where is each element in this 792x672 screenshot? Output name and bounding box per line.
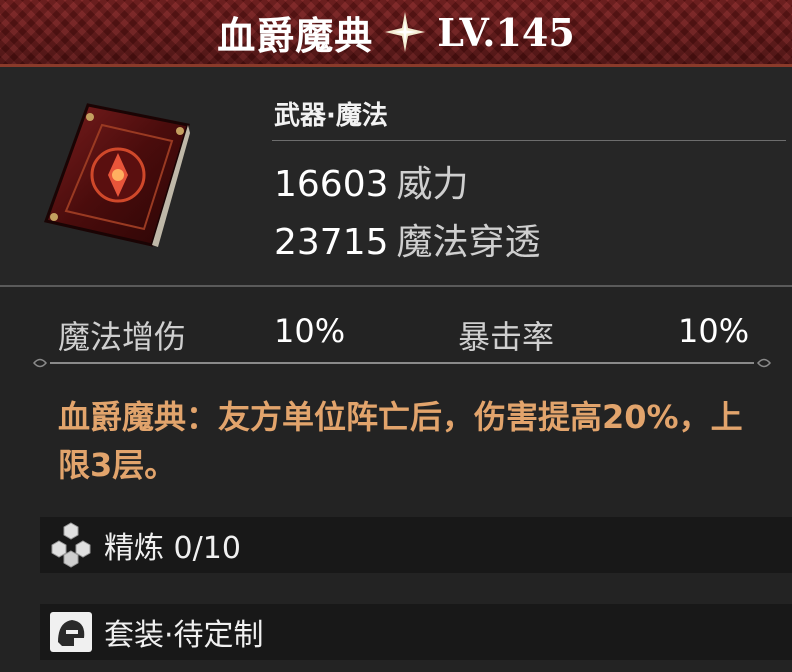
stat-label: 威力 [396, 164, 469, 205]
set-armor-icon [50, 612, 92, 652]
item-type: 武器·魔法 [274, 101, 388, 131]
star-icon [385, 12, 426, 52]
substat-label-magic-damage: 魔法增伤 [58, 318, 187, 356]
substat-label-crit-rate: 暴击率 [458, 318, 555, 356]
stat-label: 魔法穿透 [396, 222, 541, 263]
refine-bar[interactable]: 精炼 0/10 [40, 517, 792, 573]
stat-value: 23715 [274, 222, 389, 263]
item-level: LV.145 [437, 9, 575, 55]
refine-label: 精炼 0/10 [104, 531, 241, 566]
stat-power: 16603 威力 [274, 165, 469, 205]
spellbook-icon [44, 103, 190, 247]
item-description: 血爵魔典：友方单位阵亡后，伤害提高20%，上限3层。 [58, 398, 743, 484]
substat-value-crit-rate: 10% [678, 312, 750, 350]
item-title: 血爵魔典 [217, 12, 374, 58]
set-bar[interactable]: 套装·待定制 [40, 604, 792, 660]
section-separator [0, 285, 792, 287]
refine-icon [51, 522, 91, 568]
set-label: 套装·待定制 [104, 618, 264, 653]
item-info-panel: 武器·魔法 16603 威力 23715 魔法穿透 [0, 67, 792, 285]
stat-magic-penetration: 23715 魔法穿透 [274, 223, 541, 263]
substat-value-magic-damage: 10% [274, 312, 346, 350]
ornament-divider [33, 358, 771, 368]
stat-value: 16603 [274, 164, 389, 205]
divider [272, 140, 786, 141]
item-header: 血爵魔典 LV.145 [0, 0, 792, 67]
